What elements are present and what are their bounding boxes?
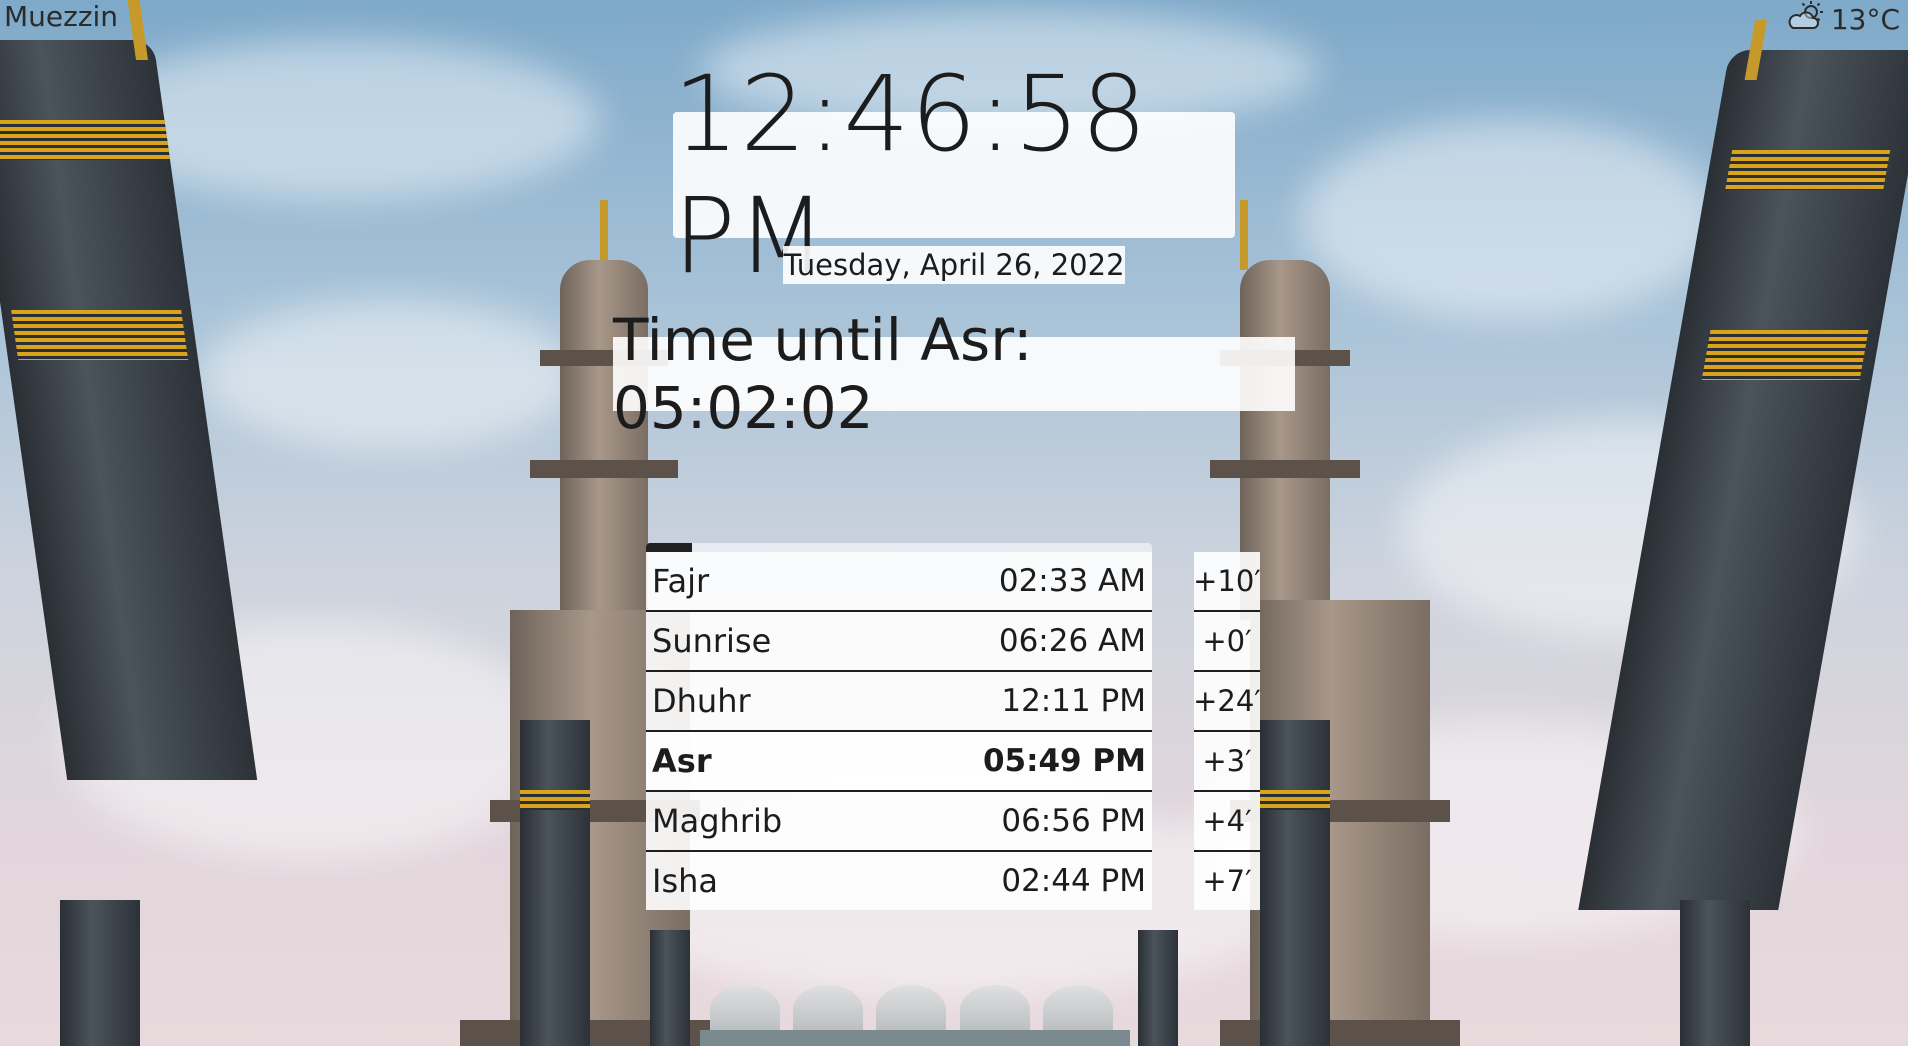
prayer-name: Asr	[652, 742, 712, 780]
prayer-name: Dhuhr	[652, 682, 751, 720]
clock-date: Tuesday, April 26, 2022	[783, 248, 1125, 282]
prayer-time: 02:33 AM	[998, 563, 1146, 599]
prayer-time: 12:11 PM	[1001, 683, 1146, 719]
day-progress-bar	[646, 543, 1152, 552]
temperature-label: 13°C	[1830, 3, 1900, 36]
prayer-offset-maghrib: +4′	[1194, 792, 1260, 852]
weather-widget: 13°C	[1785, 0, 1900, 39]
prayer-row-maghrib: Maghrib 06:56 PM	[646, 792, 1152, 852]
prayer-offsets-column: +10′ +0′ +24′ +3′ +4′ +7′	[1193, 552, 1261, 910]
prayer-row-dhuhr: Dhuhr 12:11 PM	[646, 672, 1152, 732]
prayer-time: 02:44 PM	[1001, 863, 1146, 899]
prayer-times-table: Fajr 02:33 AM Sunrise 06:26 AM Dhuhr 12:11 PM…	[646, 552, 1152, 910]
prayer-offset-fajr: +10′	[1193, 552, 1261, 612]
countdown-panel: Time until Asr: 05:02:02	[613, 306, 1295, 442]
next-prayer-countdown: Time until Asr: 05:02:02	[613, 306, 1033, 442]
app-title: Muezzin	[4, 0, 119, 33]
prayer-row-fajr: Fajr 02:33 AM	[646, 552, 1152, 612]
prayer-offset-dhuhr: +24′	[1193, 672, 1261, 732]
partly-cloudy-sun-icon	[1785, 0, 1825, 39]
prayer-row-asr: Asr 05:49 PM	[646, 732, 1152, 792]
prayer-name: Maghrib	[652, 802, 783, 840]
day-progress-fill	[646, 543, 692, 552]
prayer-offset-asr: +3′	[1194, 732, 1260, 792]
prayer-time: 05:49 PM	[982, 743, 1146, 779]
app-window: Muezzin 13°C 12:46:58 PM Tuesday, April …	[0, 0, 1908, 1046]
prayer-name: Fajr	[652, 562, 710, 600]
clock-panel: 12:46:58 PM	[673, 53, 1235, 297]
prayer-time: 06:26 AM	[998, 623, 1146, 659]
date-panel: Tuesday, April 26, 2022	[783, 246, 1125, 284]
prayer-offset-sunrise: +0′	[1194, 612, 1260, 672]
prayer-row-isha: Isha 02:44 PM	[646, 852, 1152, 910]
prayer-offset-isha: +7′	[1194, 852, 1260, 910]
prayer-name: Isha	[652, 862, 718, 900]
prayer-row-sunrise: Sunrise 06:26 AM	[646, 612, 1152, 672]
prayer-name: Sunrise	[652, 622, 772, 660]
prayer-time: 06:56 PM	[1001, 803, 1146, 839]
